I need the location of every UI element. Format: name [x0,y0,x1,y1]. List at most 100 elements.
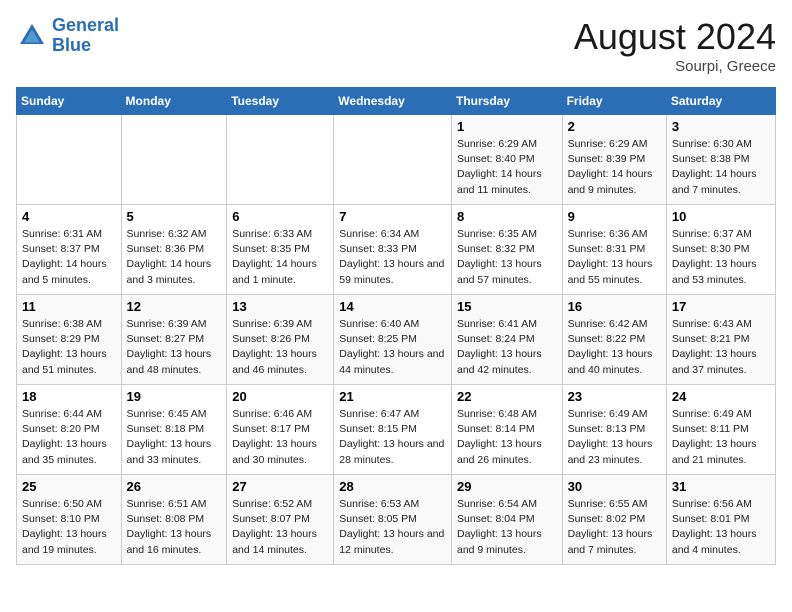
month-title: August 2024 [574,16,776,58]
day-info: Sunrise: 6:30 AM Sunset: 8:38 PM Dayligh… [672,137,770,198]
day-number: 30 [568,479,661,494]
day-info: Sunrise: 6:53 AM Sunset: 8:05 PM Dayligh… [339,497,446,558]
day-number: 22 [457,389,557,404]
calendar-cell: 2 Sunrise: 6:29 AM Sunset: 8:39 PM Daylig… [562,115,666,205]
day-info: Sunrise: 6:43 AM Sunset: 8:21 PM Dayligh… [672,317,770,378]
calendar-cell: 30 Sunrise: 6:55 AM Sunset: 8:02 PM Dayli… [562,475,666,565]
calendar-header-row: SundayMondayTuesdayWednesdayThursdayFrid… [17,88,776,115]
calendar-table: SundayMondayTuesdayWednesdayThursdayFrid… [16,87,776,565]
header-thursday: Thursday [451,88,562,115]
day-number: 18 [22,389,116,404]
day-info: Sunrise: 6:50 AM Sunset: 8:10 PM Dayligh… [22,497,116,558]
location: Sourpi, Greece [574,58,776,75]
calendar-cell: 15 Sunrise: 6:41 AM Sunset: 8:24 PM Dayli… [451,295,562,385]
calendar-cell: 23Sunrise: 6:49 AM Sunset: 8:13 PM Dayli… [562,385,666,475]
calendar-cell: 5 Sunrise: 6:32 AM Sunset: 8:36 PM Daylig… [121,205,227,295]
day-number: 10 [672,209,770,224]
day-number: 7 [339,209,446,224]
day-info: Sunrise: 6:54 AM Sunset: 8:04 PM Dayligh… [457,497,557,558]
calendar-cell: 14Sunrise: 6:40 AM Sunset: 8:25 PM Dayli… [334,295,452,385]
calendar-cell: 28 Sunrise: 6:53 AM Sunset: 8:05 PM Dayli… [334,475,452,565]
day-number: 1 [457,119,557,134]
day-number: 17 [672,299,770,314]
logo: General Blue [16,16,119,56]
header-tuesday: Tuesday [227,88,334,115]
day-info: Sunrise: 6:29 AM Sunset: 8:39 PM Dayligh… [568,137,661,198]
day-info: Sunrise: 6:44 AM Sunset: 8:20 PM Dayligh… [22,407,116,468]
day-number: 29 [457,479,557,494]
calendar-cell: 6 Sunrise: 6:33 AM Sunset: 8:35 PM Daylig… [227,205,334,295]
calendar-cell [334,115,452,205]
day-info: Sunrise: 6:55 AM Sunset: 8:02 PM Dayligh… [568,497,661,558]
day-info: Sunrise: 6:39 AM Sunset: 8:27 PM Dayligh… [127,317,222,378]
day-number: 8 [457,209,557,224]
calendar-cell: 11Sunrise: 6:38 AM Sunset: 8:29 PM Dayli… [17,295,122,385]
calendar-cell: 27Sunrise: 6:52 AM Sunset: 8:07 PM Dayli… [227,475,334,565]
day-number: 28 [339,479,446,494]
page-header: General Blue August 2024 Sourpi, Greece [16,16,776,75]
day-info: Sunrise: 6:36 AM Sunset: 8:31 PM Dayligh… [568,227,661,288]
calendar-cell: 12 Sunrise: 6:39 AM Sunset: 8:27 PM Dayli… [121,295,227,385]
day-number: 12 [127,299,222,314]
day-number: 25 [22,479,116,494]
header-friday: Friday [562,88,666,115]
calendar-cell: 7 Sunrise: 6:34 AM Sunset: 8:33 PM Daylig… [334,205,452,295]
logo-icon [16,20,48,52]
header-wednesday: Wednesday [334,88,452,115]
day-number: 6 [232,209,328,224]
day-info: Sunrise: 6:38 AM Sunset: 8:29 PM Dayligh… [22,317,116,378]
day-info: Sunrise: 6:33 AM Sunset: 8:35 PM Dayligh… [232,227,328,288]
day-number: 9 [568,209,661,224]
day-number: 3 [672,119,770,134]
logo-blue: Blue [52,35,91,55]
week-row-5: 25 Sunrise: 6:50 AM Sunset: 8:10 PM Dayli… [17,475,776,565]
day-number: 26 [127,479,222,494]
day-info: Sunrise: 6:46 AM Sunset: 8:17 PM Dayligh… [232,407,328,468]
day-info: Sunrise: 6:34 AM Sunset: 8:33 PM Dayligh… [339,227,446,288]
day-number: 15 [457,299,557,314]
header-sunday: Sunday [17,88,122,115]
day-number: 16 [568,299,661,314]
calendar-cell: 24 Sunrise: 6:49 AM Sunset: 8:11 PM Dayli… [666,385,775,475]
calendar-cell: 29 Sunrise: 6:54 AM Sunset: 8:04 PM Dayli… [451,475,562,565]
calendar-cell: 31Sunrise: 6:56 AM Sunset: 8:01 PM Dayli… [666,475,775,565]
week-row-2: 4Sunrise: 6:31 AM Sunset: 8:37 PM Daylig… [17,205,776,295]
day-info: Sunrise: 6:32 AM Sunset: 8:36 PM Dayligh… [127,227,222,288]
day-info: Sunrise: 6:41 AM Sunset: 8:24 PM Dayligh… [457,317,557,378]
day-info: Sunrise: 6:40 AM Sunset: 8:25 PM Dayligh… [339,317,446,378]
logo-general: General [52,15,119,35]
week-row-3: 11Sunrise: 6:38 AM Sunset: 8:29 PM Dayli… [17,295,776,385]
day-info: Sunrise: 6:45 AM Sunset: 8:18 PM Dayligh… [127,407,222,468]
calendar-cell: 17 Sunrise: 6:43 AM Sunset: 8:21 PM Dayli… [666,295,775,385]
calendar-cell [227,115,334,205]
calendar-cell: 10 Sunrise: 6:37 AM Sunset: 8:30 PM Dayli… [666,205,775,295]
day-info: Sunrise: 6:35 AM Sunset: 8:32 PM Dayligh… [457,227,557,288]
calendar-cell: 20Sunrise: 6:46 AM Sunset: 8:17 PM Dayli… [227,385,334,475]
day-number: 27 [232,479,328,494]
week-row-4: 18 Sunrise: 6:44 AM Sunset: 8:20 PM Dayli… [17,385,776,475]
header-monday: Monday [121,88,227,115]
day-number: 31 [672,479,770,494]
calendar-cell: 13Sunrise: 6:39 AM Sunset: 8:26 PM Dayli… [227,295,334,385]
day-number: 13 [232,299,328,314]
day-info: Sunrise: 6:48 AM Sunset: 8:14 PM Dayligh… [457,407,557,468]
week-row-1: 1Sunrise: 6:29 AM Sunset: 8:40 PM Daylig… [17,115,776,205]
calendar-cell: 18 Sunrise: 6:44 AM Sunset: 8:20 PM Dayli… [17,385,122,475]
calendar-cell: 1Sunrise: 6:29 AM Sunset: 8:40 PM Daylig… [451,115,562,205]
day-info: Sunrise: 6:31 AM Sunset: 8:37 PM Dayligh… [22,227,116,288]
header-saturday: Saturday [666,88,775,115]
day-number: 5 [127,209,222,224]
day-info: Sunrise: 6:37 AM Sunset: 8:30 PM Dayligh… [672,227,770,288]
day-number: 24 [672,389,770,404]
calendar-cell: 22 Sunrise: 6:48 AM Sunset: 8:14 PM Dayli… [451,385,562,475]
title-block: August 2024 Sourpi, Greece [574,16,776,75]
day-info: Sunrise: 6:49 AM Sunset: 8:11 PM Dayligh… [672,407,770,468]
calendar-cell: 8 Sunrise: 6:35 AM Sunset: 8:32 PM Daylig… [451,205,562,295]
day-info: Sunrise: 6:51 AM Sunset: 8:08 PM Dayligh… [127,497,222,558]
calendar-cell: 3 Sunrise: 6:30 AM Sunset: 8:38 PM Daylig… [666,115,775,205]
day-info: Sunrise: 6:47 AM Sunset: 8:15 PM Dayligh… [339,407,446,468]
calendar-cell: 9 Sunrise: 6:36 AM Sunset: 8:31 PM Daylig… [562,205,666,295]
day-number: 2 [568,119,661,134]
calendar-cell [17,115,122,205]
day-info: Sunrise: 6:49 AM Sunset: 8:13 PM Dayligh… [568,407,661,468]
